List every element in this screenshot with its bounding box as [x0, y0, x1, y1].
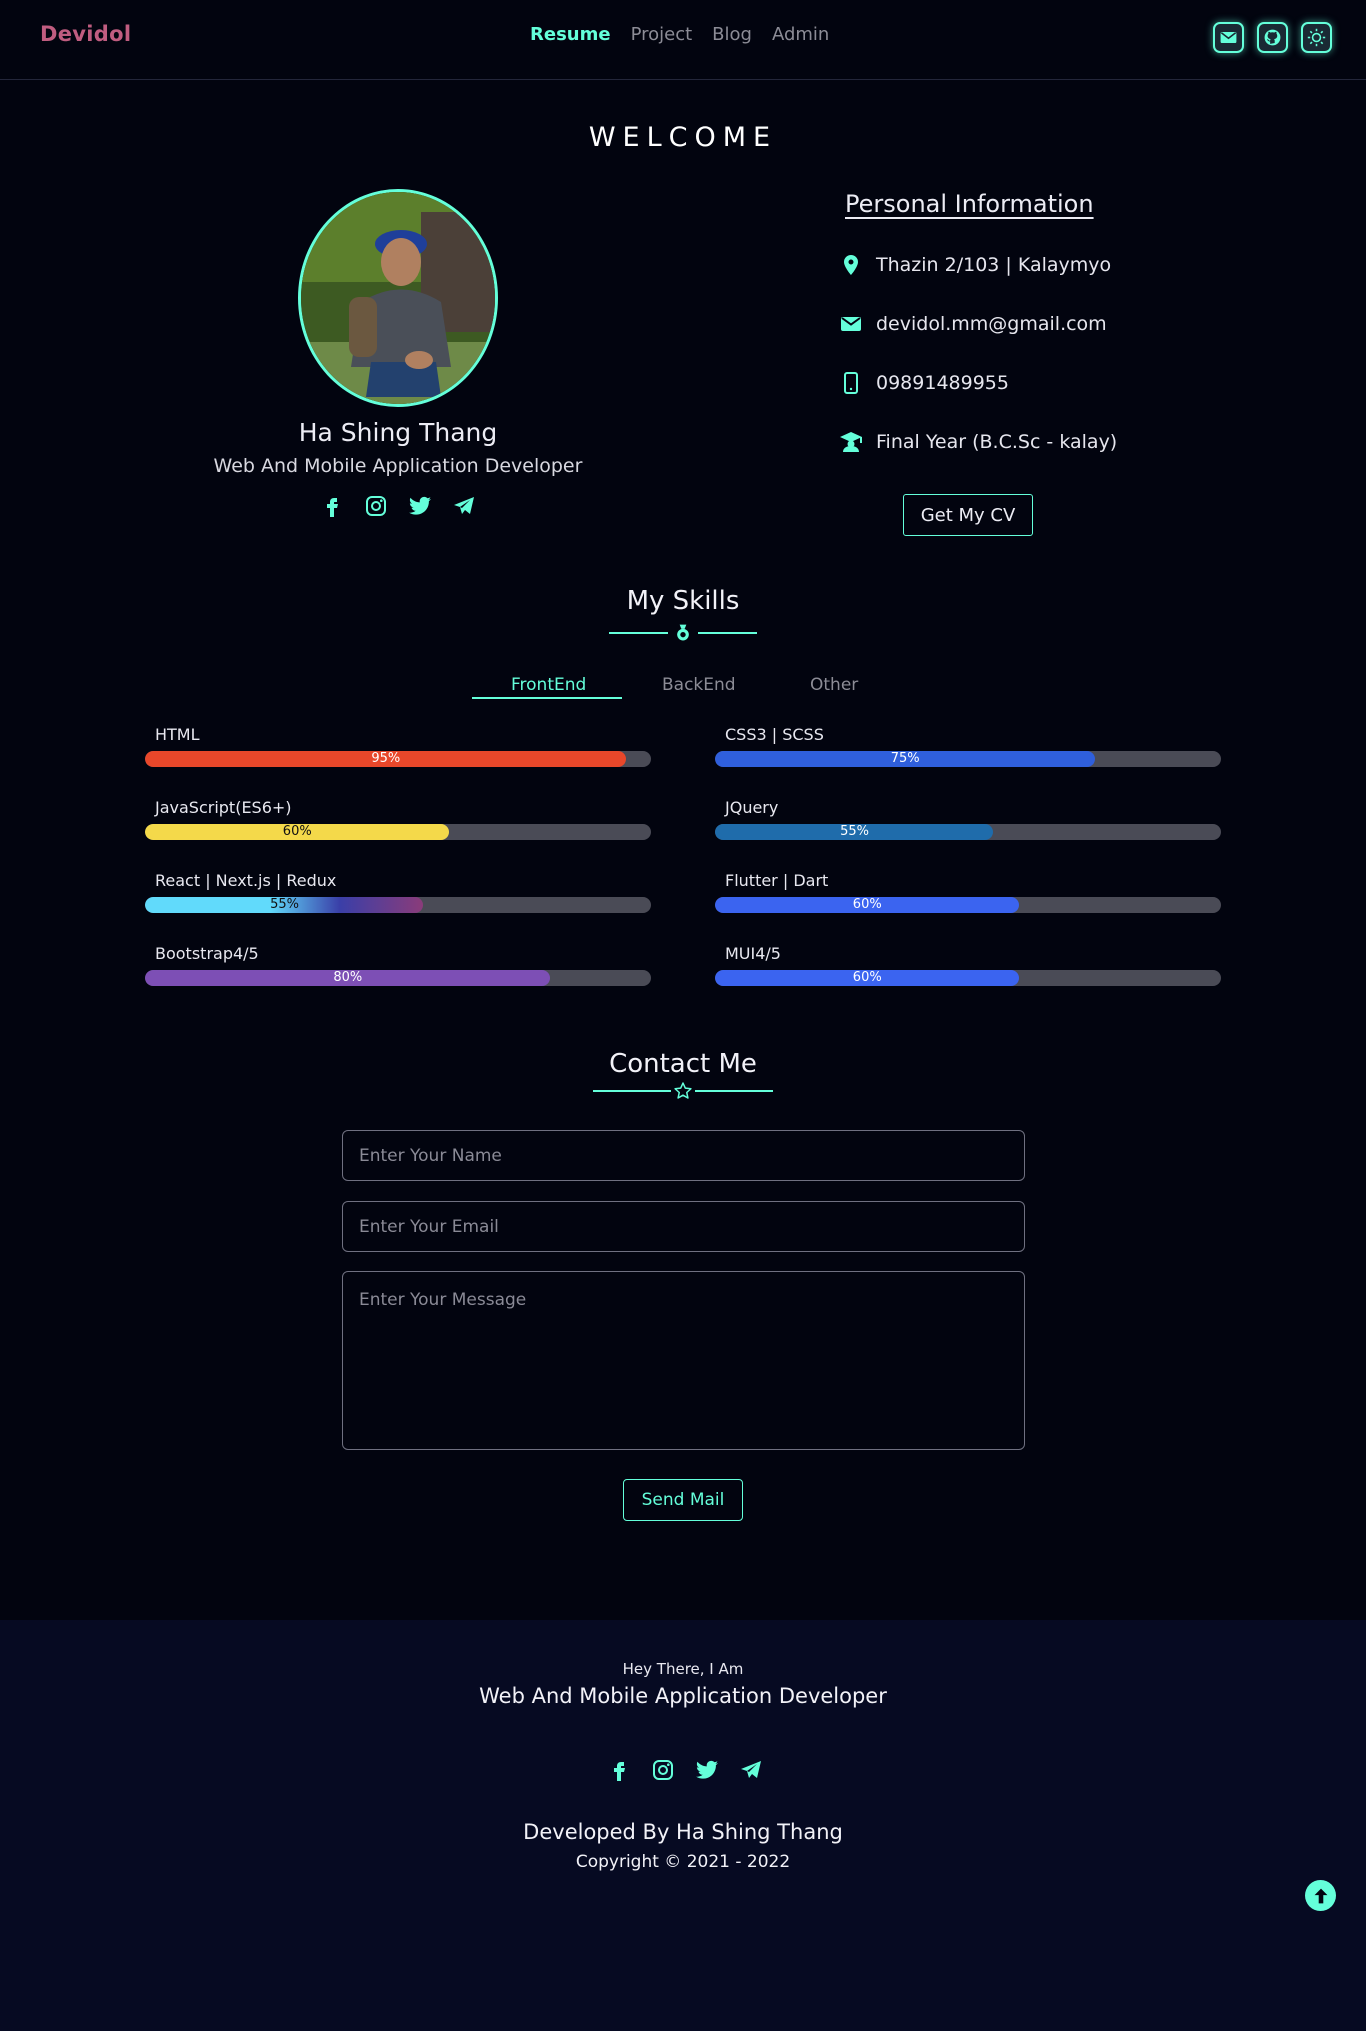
email-row: devidol.mm@gmail.com: [838, 311, 1107, 337]
medal-icon: [677, 624, 689, 641]
message-textarea[interactable]: [342, 1271, 1025, 1450]
facebook-icon: [326, 497, 338, 517]
send-mail-button[interactable]: Send Mail: [623, 1479, 743, 1521]
tab-backend[interactable]: BackEnd: [662, 675, 736, 695]
skill-label-css: CSS3 | SCSS: [725, 725, 824, 744]
name-input[interactable]: [342, 1130, 1025, 1181]
telegram-icon: [453, 496, 474, 514]
skill-label-jquery: JQuery: [725, 798, 779, 817]
instagram-icon: [652, 1759, 673, 1780]
skill-bar-jquery: 55%: [715, 824, 1221, 840]
mail-button[interactable]: [1213, 22, 1244, 53]
email-icon: [841, 317, 861, 331]
skill-label-mui: MUI4/5: [725, 944, 781, 963]
footer-social-links: [605, 1756, 764, 1783]
profile-photo: [301, 192, 495, 404]
active-tab-indicator: [472, 697, 622, 699]
address-text: Thazin 2/103 | Kalaymyo: [876, 254, 1112, 276]
welcome-heading: WELCOME: [588, 122, 778, 153]
profile-role: Web And Mobile Application Developer: [213, 455, 583, 477]
nav-icon-group: [1213, 22, 1332, 53]
facebook-icon: [613, 1761, 625, 1781]
skill-bar-bootstrap: 80%: [145, 970, 651, 986]
skill-bar-html: 95%: [145, 751, 651, 767]
skill-label-javascript: JavaScript(ES6+): [155, 798, 292, 817]
footer-instagram-link[interactable]: [649, 1756, 676, 1783]
nav-link-admin[interactable]: Admin: [772, 24, 829, 45]
footer-facebook-link[interactable]: [605, 1756, 632, 1783]
facebook-link[interactable]: [318, 492, 345, 519]
skill-bar-flutter: 60%: [715, 897, 1221, 913]
brand-logo[interactable]: Devidol: [40, 22, 131, 46]
nav-link-project[interactable]: Project: [631, 24, 693, 45]
footer-copyright: Copyright © 2021 - 2022: [575, 1852, 791, 1872]
tab-other[interactable]: Other: [810, 675, 858, 695]
mail-icon: [1220, 31, 1237, 44]
get-cv-button[interactable]: Get My CV: [903, 494, 1033, 536]
telegram-link[interactable]: [450, 492, 477, 519]
skill-bar-mui: 60%: [715, 970, 1221, 986]
instagram-link[interactable]: [362, 492, 389, 519]
profile-avatar: [298, 189, 498, 407]
twitter-link[interactable]: [406, 492, 433, 519]
arrow-up-icon: [1314, 1888, 1327, 1903]
address-row: Thazin 2/103 | Kalaymyo: [838, 252, 1111, 278]
skill-bar-javascript: 60%: [145, 824, 651, 840]
education-row: Final Year (B.C.Sc - kalay): [838, 429, 1117, 455]
skill-label-html: HTML: [155, 725, 200, 744]
nav-link-blog[interactable]: Blog: [712, 24, 752, 45]
telegram-icon: [740, 1760, 761, 1778]
profile-name: Ha Shing Thang: [298, 418, 498, 447]
email-text: devidol.mm@gmail.com: [876, 313, 1107, 335]
instagram-icon: [365, 495, 386, 516]
footer-greeting: Hey There, I Am: [622, 1660, 744, 1678]
nav-links: Resume Project Blog Admin: [530, 24, 829, 45]
location-pin-icon: [844, 255, 858, 275]
email-input[interactable]: [342, 1201, 1025, 1252]
scroll-to-top-button[interactable]: [1305, 1880, 1336, 1911]
top-navbar: Devidol Resume Project Blog Admin: [0, 0, 1366, 80]
github-button[interactable]: [1257, 22, 1288, 53]
theme-toggle-button[interactable]: [1301, 22, 1332, 53]
profile-social-links: [318, 492, 477, 519]
skill-label-flutter: Flutter | Dart: [725, 871, 829, 890]
footer-developed-by: Developed By Ha Shing Thang: [523, 1820, 843, 1844]
footer-role: Web And Mobile Application Developer: [479, 1684, 887, 1708]
twitter-icon: [408, 496, 431, 515]
skills-tabs: FrontEnd BackEnd Other: [472, 675, 892, 699]
graduate-icon: [840, 432, 862, 452]
star-icon: [674, 1082, 692, 1099]
nav-link-resume[interactable]: Resume: [530, 24, 611, 45]
skill-label-bootstrap: Bootstrap4/5: [155, 944, 259, 963]
skill-label-react: React | Next.js | Redux: [155, 871, 337, 890]
tab-frontend[interactable]: FrontEnd: [511, 675, 586, 695]
footer-twitter-link[interactable]: [693, 1756, 720, 1783]
github-icon: [1264, 29, 1281, 46]
skill-bar-react: 55%: [145, 897, 651, 913]
contact-title: Contact Me: [609, 1049, 757, 1079]
skills-title-divider: [609, 622, 757, 644]
personal-info-title: Personal Information: [845, 190, 1094, 218]
education-text: Final Year (B.C.Sc - kalay): [876, 431, 1118, 453]
footer: Hey There, I Am Web And Mobile Applicati…: [0, 1620, 1366, 2031]
phone-row: 09891489955: [838, 370, 1009, 396]
skills-title: My Skills: [626, 586, 740, 616]
contact-title-divider: [593, 1080, 773, 1102]
skill-bar-css: 75%: [715, 751, 1221, 767]
footer-telegram-link[interactable]: [737, 1756, 764, 1783]
sun-icon: [1307, 28, 1326, 47]
phone-text: 09891489955: [876, 372, 1009, 394]
twitter-icon: [695, 1760, 718, 1779]
phone-icon: [844, 372, 858, 394]
